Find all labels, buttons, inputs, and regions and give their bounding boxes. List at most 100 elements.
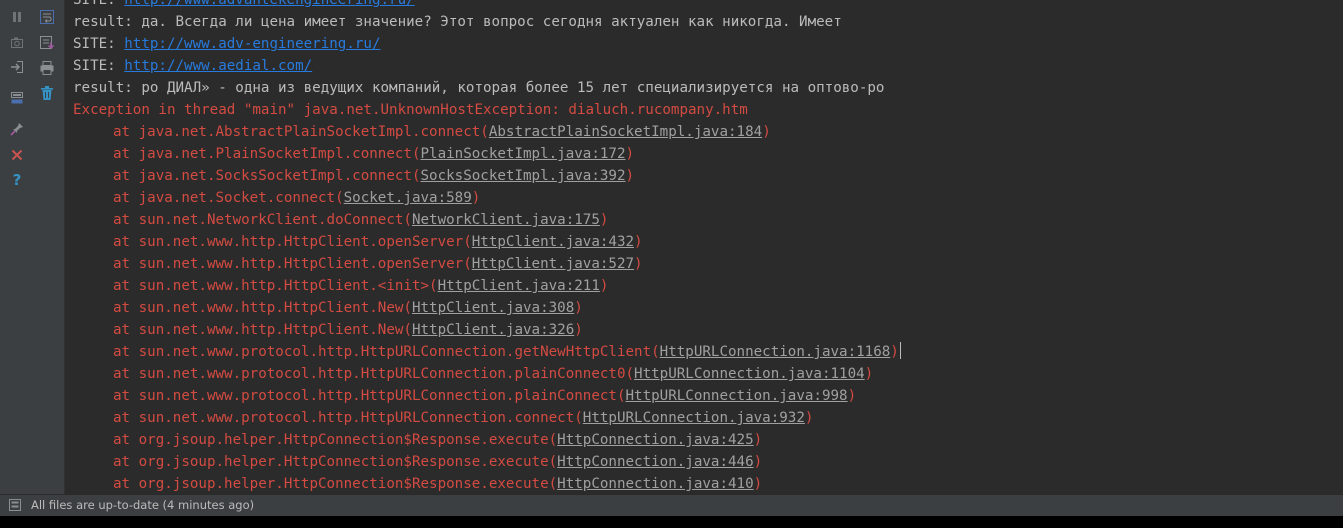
console-text: at sun.net.www.protocol.http.HttpURLConn… [113,388,626,404]
console-output-line: result: ро ДИАЛ» - одна из ведущих компа… [73,77,1343,99]
console-error-line: at java.net.SocksSocketImpl.connect(Sock… [73,165,1343,187]
stack-trace-link[interactable]: Socket.java:589 [344,190,472,206]
pause-icon[interactable] [7,7,27,27]
console-text: at sun.net.www.http.HttpClient.<init>( [113,278,438,294]
pin-icon[interactable] [7,119,27,139]
console-lines: SITE: http://www.advantekengineering.ru/… [73,0,1343,494]
stack-trace-link[interactable]: HttpURLConnection.java:932 [583,410,805,426]
status-message: All files are up-to-date (4 minutes ago) [31,498,255,512]
console-text: ) [890,344,899,360]
console-text: ) [753,476,763,492]
console-text: result: да. Всегда ли цена имеет значени… [73,14,842,30]
stack-trace-link[interactable]: HttpConnection.java:446 [557,454,753,470]
console-output-line: result: да. Всегда ли цена имеет значени… [73,11,1343,33]
console-text: ) [634,256,643,272]
console-error-line: Exception in thread "main" java.net.Unkn… [73,99,1343,121]
console-error-line: at sun.net.www.protocol.http.HttpURLConn… [73,385,1343,407]
stack-trace-link[interactable]: HttpClient.java:211 [438,278,600,294]
console-error-line: at org.jsoup.helper.HttpConnection$Respo… [73,451,1343,473]
url-link[interactable]: http://www.advantekengineering.ru/ [124,0,414,8]
scroll-to-end-icon[interactable] [37,33,57,53]
console-text: at sun.net.www.protocol.http.HttpURLConn… [113,366,635,382]
console-text: at sun.net.www.http.HttpClient.openServe… [113,234,472,250]
console-text: at org.jsoup.helper.HttpConnection$Respo… [113,454,558,470]
console-text: ) [574,300,583,316]
console-text: at java.net.SocksSocketImpl.connect( [113,168,421,184]
help-icon[interactable]: ? [7,170,27,190]
console-text: at java.net.Socket.connect( [113,190,344,206]
console-text: ) [625,168,635,184]
bottom-strip [0,516,1343,528]
console-text: at java.net.PlainSocketImpl.connect( [113,146,421,162]
console-error-line: at sun.net.www.protocol.http.HttpURLConn… [73,363,1343,385]
stack-trace-link[interactable]: HttpClient.java:432 [472,234,634,250]
stack-trace-link[interactable]: AbstractPlainSocketImpl.java:184 [489,124,762,140]
run-toolbar: ? [4,0,65,494]
console-output-line: SITE: http://www.adv-engineering.ru/ [73,33,1343,55]
console-error-line: at sun.net.www.http.HttpClient.New(HttpC… [73,297,1343,319]
stack-trace-link[interactable]: HttpClient.java:527 [472,256,634,272]
console-text: at org.jsoup.helper.HttpConnection$Respo… [113,432,558,448]
console-error-line: at java.net.AbstractPlainSocketImpl.conn… [73,121,1343,143]
close-icon[interactable] [7,145,27,165]
console-error-line: at sun.net.www.http.HttpClient.New(HttpC… [73,319,1343,341]
status-panel-icon[interactable] [8,498,22,512]
console-text: at java.net.AbstractPlainSocketImpl.conn… [113,124,489,140]
console-output-line: SITE: http://www.advantekengineering.ru/ [73,0,1343,11]
console-text: ) [634,234,643,250]
stack-trace-link[interactable]: PlainSocketImpl.java:172 [421,146,626,162]
stack-trace-link[interactable]: HttpURLConnection.java:998 [626,388,848,404]
console-text: ) [804,410,814,426]
console-error-line: at java.net.Socket.connect(Socket.java:5… [73,187,1343,209]
console-text: Exception in thread "main" java.net.Unkn… [73,102,748,118]
console-error-line: at java.net.PlainSocketImpl.connect(Plai… [73,143,1343,165]
print-icon[interactable] [37,58,57,78]
stack-trace-link[interactable]: HttpClient.java:326 [412,322,574,338]
camera-icon[interactable] [7,33,27,53]
stack-trace-link[interactable]: HttpConnection.java:410 [557,476,753,492]
console-text: ) [753,432,763,448]
console-text: at sun.net.www.protocol.http.HttpURLConn… [113,410,583,426]
console-text: at sun.net.www.http.HttpClient.New( [113,322,412,338]
stack-trace-link[interactable]: SocksSocketImpl.java:392 [421,168,626,184]
url-link[interactable]: http://www.aedial.com/ [124,58,312,74]
console-error-line: at sun.net.www.protocol.http.HttpURLConn… [73,341,1343,363]
console-text: at sun.net.www.http.HttpClient.New( [113,300,412,316]
console-text: at sun.net.NetworkClient.doConnect( [113,212,412,228]
console-text: ) [625,146,635,162]
console-text: ) [599,278,609,294]
console-text: SITE: [73,0,125,8]
console-error-line: at sun.net.www.http.HttpClient.openServe… [73,231,1343,253]
console-text: at sun.net.www.protocol.http.HttpURLConn… [113,344,660,360]
console-text: result: ро ДИАЛ» - одна из ведущих компа… [73,80,885,96]
console-text: ) [753,454,763,470]
stack-trace-link[interactable]: NetworkClient.java:175 [412,212,600,228]
url-link[interactable]: http://www.adv-engineering.ru/ [124,36,380,52]
stack-trace-link[interactable]: HttpConnection.java:425 [557,432,753,448]
console-text: SITE: [73,36,125,52]
console-error-line: at org.jsoup.helper.HttpConnection$Respo… [73,473,1343,494]
console-text: ) [762,124,771,140]
login-icon[interactable] [7,57,27,77]
console-text: ) [864,366,874,382]
console-text: ) [471,190,481,206]
console-text: ) [599,212,609,228]
console-text: ) [574,322,583,338]
console-text: at org.jsoup.helper.HttpConnection$Respo… [113,476,558,492]
stack-trace-link[interactable]: HttpURLConnection.java:1168 [660,344,891,360]
console-error-line: at sun.net.www.protocol.http.HttpURLConn… [73,407,1343,429]
console-text: at sun.net.www.http.HttpClient.openServe… [113,256,472,272]
console-output[interactable]: SITE: http://www.advantekengineering.ru/… [65,0,1343,494]
trash-icon[interactable] [37,83,57,103]
stack-trace-link[interactable]: HttpURLConnection.java:1104 [634,366,865,382]
status-bar: All files are up-to-date (4 minutes ago) [0,494,1343,517]
console-error-line: at sun.net.www.http.HttpClient.<init>(Ht… [73,275,1343,297]
console-text: ) [847,388,857,404]
soft-wrap-icon[interactable] [37,7,57,27]
layout-icon[interactable] [7,88,27,108]
text-caret [899,342,901,359]
console-text: SITE: [73,58,125,74]
console-error-line: at org.jsoup.helper.HttpConnection$Respo… [73,429,1343,451]
console-output-line: SITE: http://www.aedial.com/ [73,55,1343,77]
stack-trace-link[interactable]: HttpClient.java:308 [412,300,574,316]
